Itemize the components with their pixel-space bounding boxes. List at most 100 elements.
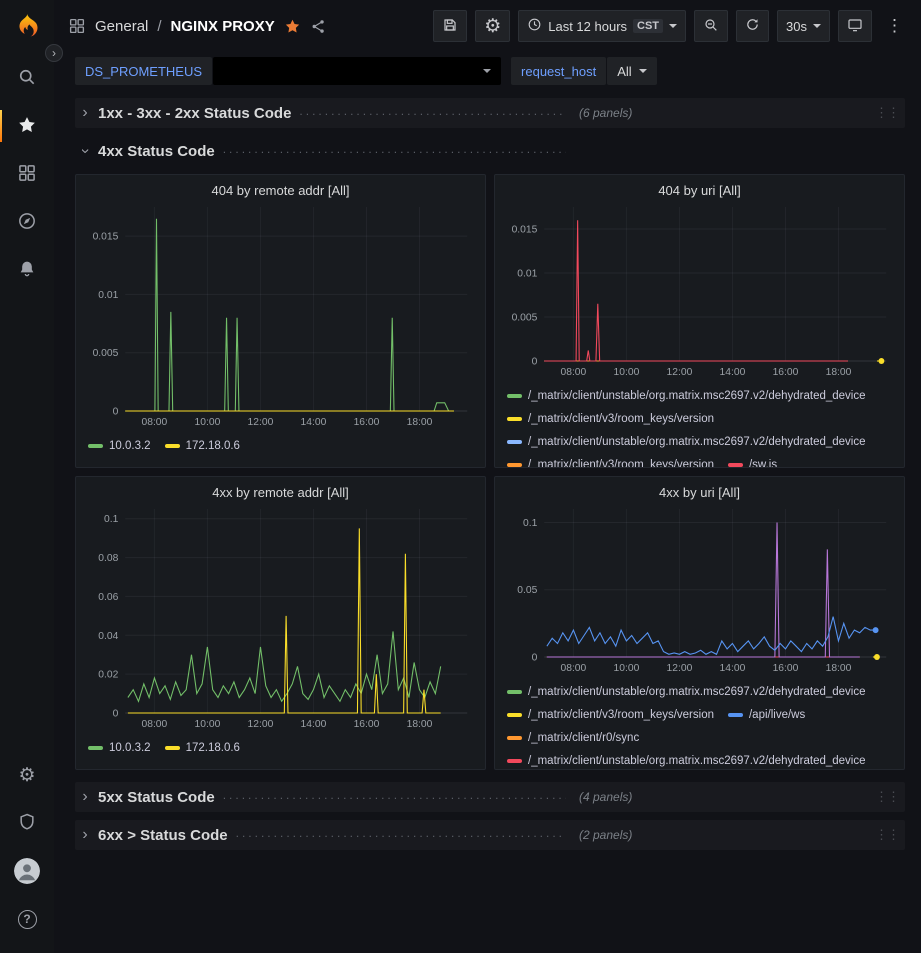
- panel-404-by-uri: 404 by uri [All] 08:0010:0012:0014:0016:…: [494, 174, 905, 468]
- row-dots: ........................................…: [223, 789, 566, 803]
- legend-series-swatch: [507, 463, 522, 467]
- save-dashboard-button[interactable]: [433, 10, 467, 42]
- chart-4xx-by-uri[interactable]: 08:0010:0012:0014:0016:0018:0000.050.1: [501, 503, 898, 675]
- legend-series-swatch: [728, 463, 743, 467]
- chart-4xx-by-remote-addr[interactable]: 08:0010:0012:0014:0016:0018:0000.020.040…: [82, 503, 479, 731]
- svg-text:14:00: 14:00: [301, 719, 327, 730]
- sidebar-expand-button[interactable]: ›: [45, 44, 63, 62]
- svg-text:0.06: 0.06: [98, 592, 118, 603]
- shield-icon: [17, 812, 37, 835]
- sidebar-item-dashboards[interactable]: [0, 150, 54, 198]
- legend-series-label: /_matrix/client/v3/room_keys/version: [528, 459, 714, 469]
- svg-text:10:00: 10:00: [195, 417, 221, 428]
- legend-item[interactable]: 172.18.0.6: [165, 434, 240, 457]
- datasource-label[interactable]: DS_PROMETHEUS: [75, 57, 212, 85]
- legend-item[interactable]: /_matrix/client/v3/room_keys/version: [507, 703, 714, 726]
- grafana-logo[interactable]: [9, 8, 45, 44]
- dashboard-row-4xx[interactable]: › 4xx Status Code ......................…: [75, 136, 905, 166]
- legend-series-label: /_matrix/client/unstable/org.matrix.msc2…: [528, 390, 866, 402]
- request-host-label[interactable]: request_host: [511, 57, 606, 85]
- row-title: 1xx - 3xx - 2xx Status Code: [98, 105, 291, 122]
- legend-item[interactable]: 10.0.3.2: [88, 736, 151, 759]
- sidebar-item-starred[interactable]: [0, 102, 54, 150]
- svg-text:16:00: 16:00: [773, 367, 799, 378]
- caret-down-icon: [483, 69, 491, 73]
- compass-icon: [17, 211, 37, 234]
- svg-text:14:00: 14:00: [720, 663, 746, 674]
- time-range-picker[interactable]: Last 12 hours CST: [518, 10, 686, 42]
- refresh-interval-picker[interactable]: 30s: [777, 10, 830, 42]
- dashboard-row-6xx[interactable]: › 6xx > Status Code ....................…: [75, 820, 905, 850]
- legend-item[interactable]: /_matrix/client/unstable/org.matrix.msc2…: [507, 430, 866, 453]
- breadcrumb: General / NGINX PROXY: [68, 17, 327, 35]
- legend-series-swatch: [88, 444, 103, 448]
- legend-item[interactable]: /_matrix/client/unstable/org.matrix.msc2…: [507, 749, 866, 770]
- dashboard-settings-button[interactable]: ⚙: [475, 10, 510, 42]
- chart-404-by-remote-addr[interactable]: 08:0010:0012:0014:0016:0018:0000.0050.01…: [82, 201, 479, 429]
- breadcrumb-section[interactable]: General: [95, 18, 148, 35]
- row-drag-handle[interactable]: ⋮⋮: [875, 827, 899, 843]
- dashboard-toolbar: ⚙ Last 12 hours CST: [433, 10, 909, 42]
- save-icon: [442, 17, 458, 36]
- chart-legend: 10.0.3.2 172.18.0.6: [80, 731, 481, 759]
- legend-item[interactable]: /sw.js: [728, 453, 777, 468]
- svg-text:0.01: 0.01: [98, 290, 118, 301]
- legend-item[interactable]: 172.18.0.6: [165, 736, 240, 759]
- panel-title[interactable]: 4xx by remote addr [All]: [80, 477, 481, 503]
- zoom-out-button[interactable]: [694, 10, 728, 42]
- caret-down-icon: [639, 69, 647, 73]
- row-title-wrap: 1xx - 3xx - 2xx Status Code ............…: [98, 105, 566, 122]
- svg-text:0: 0: [113, 708, 119, 719]
- datasource-picker[interactable]: [213, 57, 501, 85]
- favorite-star-icon[interactable]: [284, 18, 301, 35]
- legend-series-swatch: [507, 440, 522, 444]
- breadcrumb-separator: /: [157, 18, 161, 35]
- sidebar-item-help[interactable]: ?: [0, 895, 54, 943]
- refresh-button[interactable]: [736, 10, 769, 42]
- panel-title[interactable]: 404 by remote addr [All]: [80, 175, 481, 201]
- zoom-out-icon: [703, 17, 719, 36]
- row-title: 5xx Status Code: [98, 789, 215, 806]
- legend-item[interactable]: /_matrix/client/v3/room_keys/version: [507, 407, 714, 430]
- apps-grid-icon: [68, 17, 86, 35]
- chart-404-by-uri[interactable]: 08:0010:0012:0014:0016:0018:0000.0050.01…: [501, 201, 898, 379]
- legend-item[interactable]: /_matrix/client/unstable/org.matrix.msc2…: [507, 384, 866, 407]
- svg-text:0.01: 0.01: [517, 268, 537, 279]
- sidebar-item-search[interactable]: [0, 54, 54, 102]
- svg-text:18:00: 18:00: [826, 367, 852, 378]
- kebab-menu-button[interactable]: ⋮: [880, 12, 909, 40]
- chart-legend: /_matrix/client/unstable/org.matrix.msc2…: [499, 675, 900, 770]
- request-host-value: All: [617, 64, 631, 79]
- legend-series-swatch: [165, 746, 180, 750]
- share-icon[interactable]: [310, 18, 327, 35]
- row-title-wrap: 5xx Status Code ........................…: [98, 789, 566, 806]
- row-drag-handle[interactable]: ⋮⋮: [875, 105, 899, 121]
- legend-item[interactable]: /api/live/ws: [728, 703, 805, 726]
- row-dots: ........................................…: [223, 143, 566, 157]
- legend-item[interactable]: /_matrix/client/unstable/org.matrix.msc2…: [507, 680, 866, 703]
- legend-item[interactable]: 10.0.3.2: [88, 434, 151, 457]
- row-drag-handle[interactable]: ⋮⋮: [875, 789, 899, 805]
- kebab-icon: ⋮: [886, 16, 903, 35]
- dashboard-title[interactable]: NGINX PROXY: [171, 18, 275, 35]
- chevron-down-icon: ›: [77, 145, 93, 157]
- sidebar-item-server-admin[interactable]: [0, 799, 54, 847]
- row-dots: ........................................…: [236, 827, 566, 841]
- tv-mode-button[interactable]: [838, 10, 872, 42]
- legend-series-label: 172.18.0.6: [186, 742, 240, 754]
- panel-title[interactable]: 4xx by uri [All]: [499, 477, 900, 503]
- request-host-picker[interactable]: All: [607, 57, 656, 85]
- sidebar-item-explore[interactable]: [0, 198, 54, 246]
- dashboard-row-1xx-3xx-2xx[interactable]: › 1xx - 3xx - 2xx Status Code ..........…: [75, 98, 905, 128]
- gear-icon: ⚙: [484, 17, 501, 36]
- sidebar-item-configuration[interactable]: ⚙: [0, 751, 54, 799]
- panel-title[interactable]: 404 by uri [All]: [499, 175, 900, 201]
- dashboard-row-5xx[interactable]: › 5xx Status Code ......................…: [75, 782, 905, 812]
- legend-item[interactable]: /_matrix/client/r0/sync: [507, 726, 639, 749]
- sidebar-item-profile[interactable]: [0, 847, 54, 895]
- row-title-wrap: 6xx > Status Code ......................…: [98, 827, 566, 844]
- sidebar-item-alerting[interactable]: [0, 246, 54, 294]
- legend-series-label: /sw.js: [749, 459, 777, 469]
- legend-item[interactable]: /_matrix/client/v3/room_keys/version: [507, 453, 714, 468]
- legend-series-swatch: [728, 713, 743, 717]
